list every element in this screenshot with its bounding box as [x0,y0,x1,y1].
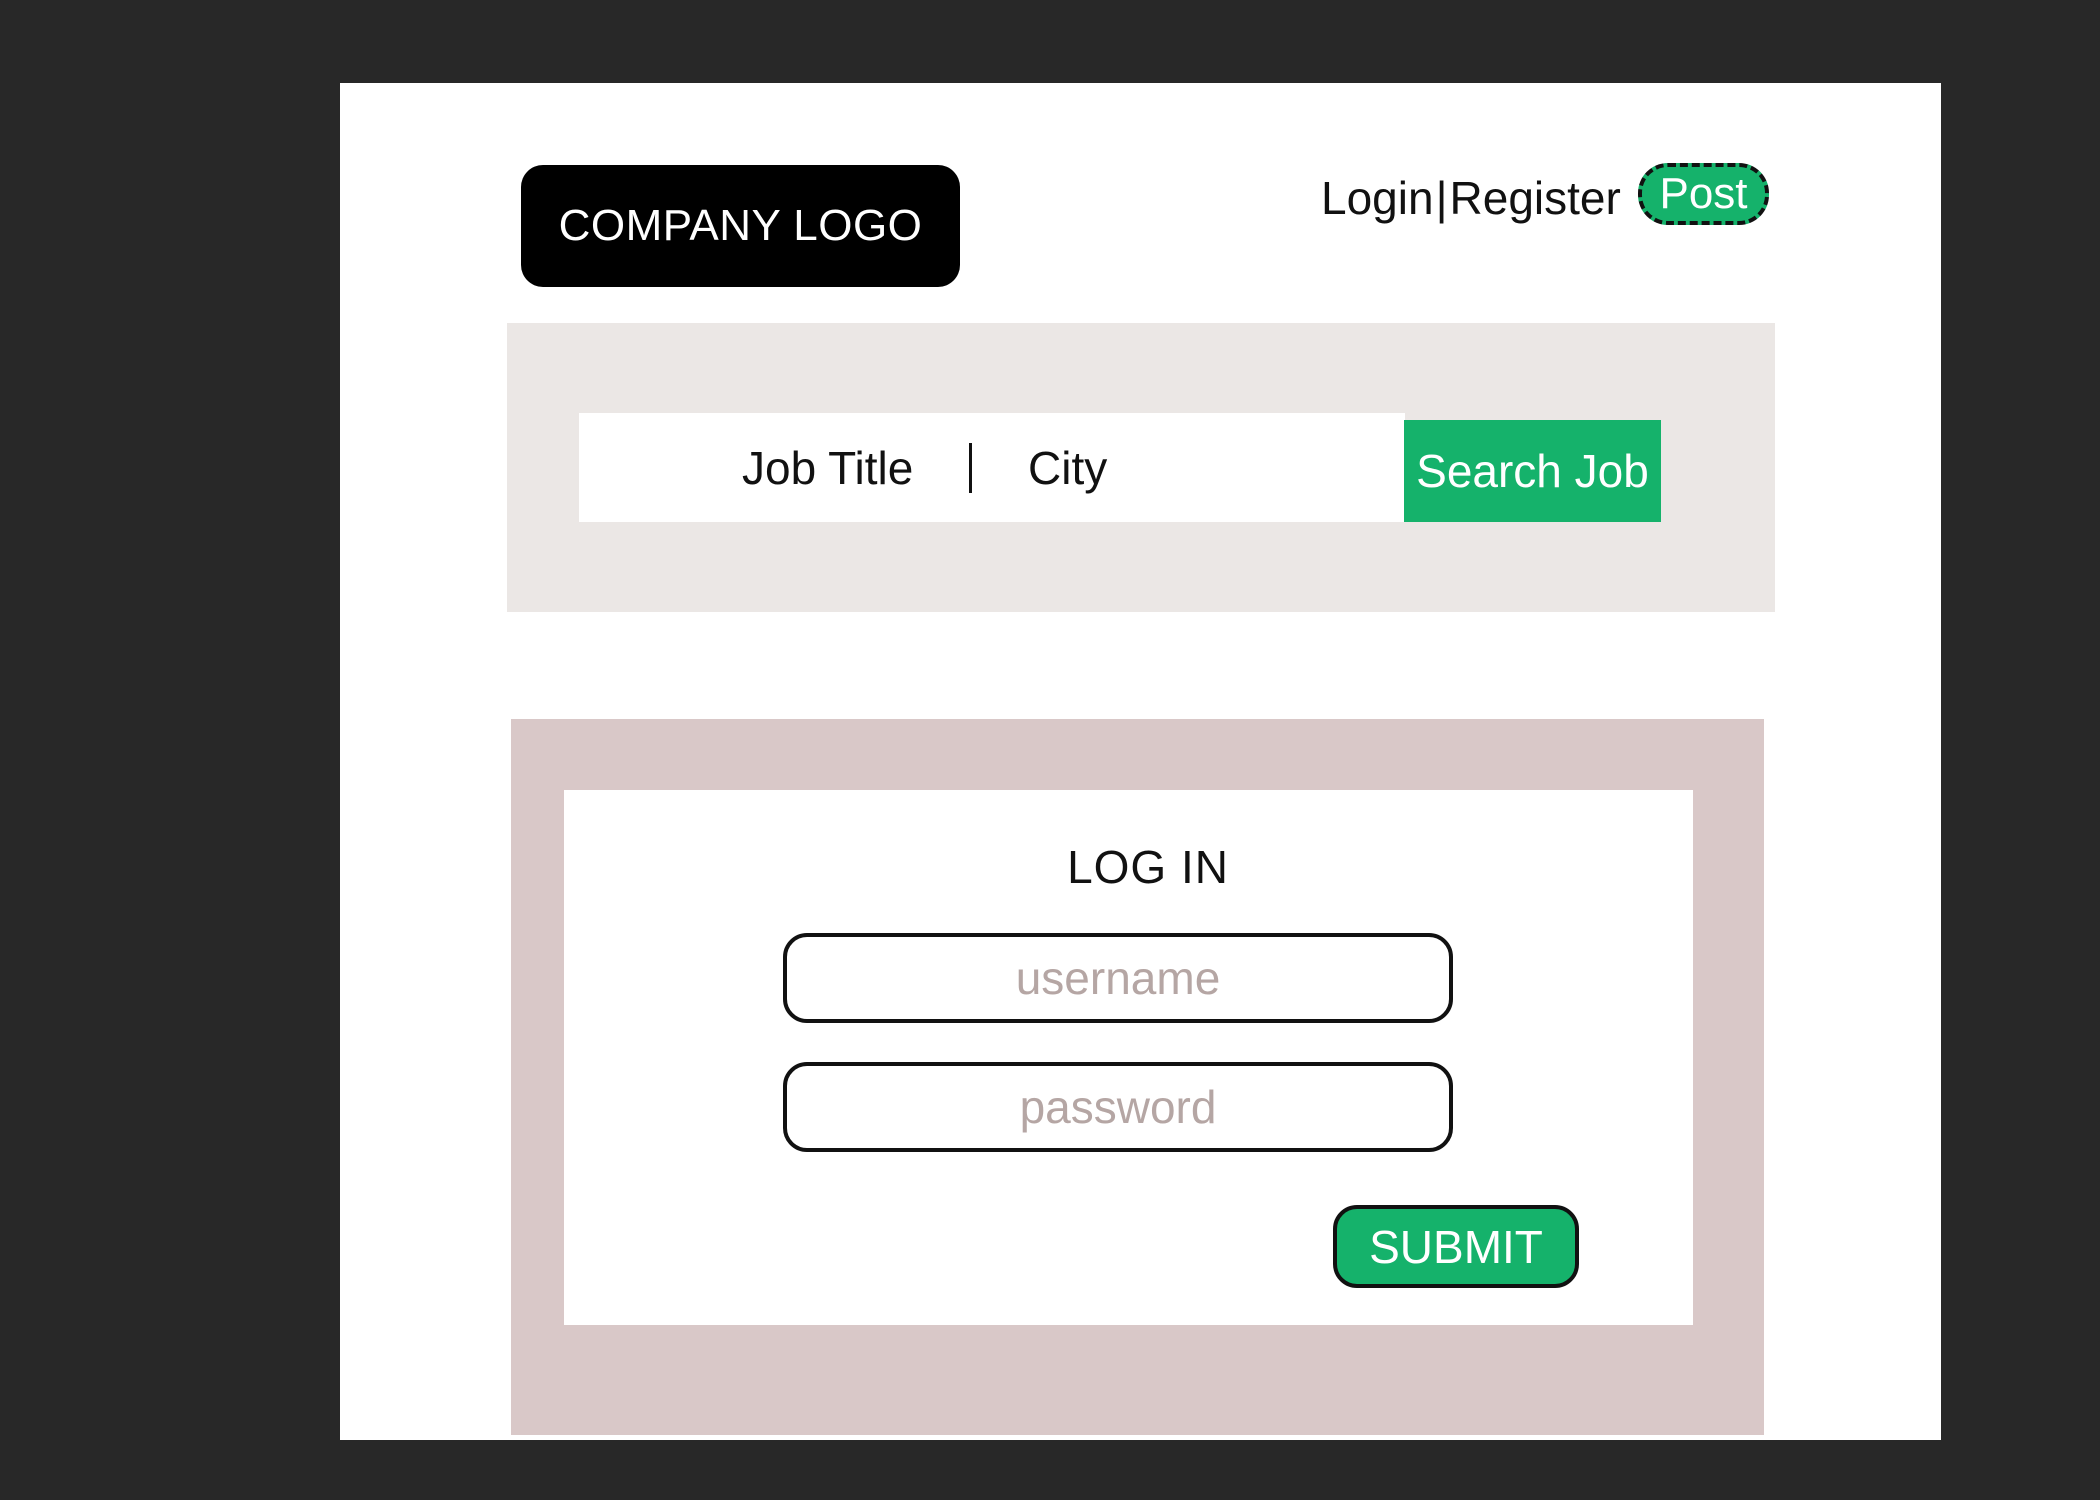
password-input[interactable]: password [783,1062,1453,1152]
login-title-text: LOG IN [1067,841,1229,893]
company-logo[interactable]: COMPANY LOGO [521,165,960,287]
username-placeholder: username [1015,952,1221,1004]
auth-links: Login | Register [1321,163,1621,233]
post-button[interactable]: Post [1638,163,1769,225]
search-field-divider [969,443,972,493]
city-field[interactable]: City [1028,413,1107,522]
username-input[interactable]: username [783,933,1453,1023]
login-link[interactable]: Login [1321,171,1434,225]
city-placeholder: City [1028,441,1108,494]
search-section: Job Title City Search Job [507,323,1775,612]
logo-text: COMPANY LOGO [558,201,923,250]
search-bar: Job Title City [579,413,1405,522]
post-button-label: Post [1659,169,1748,218]
login-section: LOG IN username password SUBMIT [511,719,1764,1435]
password-placeholder: password [1019,1081,1217,1133]
login-title: LOG IN [564,840,1228,894]
page-canvas: COMPANY LOGO Login | Register Post Job T… [340,83,1941,1440]
submit-button-label: SUBMIT [1369,1220,1543,1273]
login-card: LOG IN username password SUBMIT [564,790,1693,1325]
auth-separator: | [1435,172,1448,224]
search-job-button[interactable]: Search Job [1404,420,1661,522]
job-title-placeholder: Job Title [742,441,914,494]
register-link[interactable]: Register [1450,171,1621,225]
submit-button[interactable]: SUBMIT [1333,1205,1579,1288]
search-job-button-label: Search Job [1416,445,1649,497]
job-title-field[interactable]: Job Title [742,413,913,522]
